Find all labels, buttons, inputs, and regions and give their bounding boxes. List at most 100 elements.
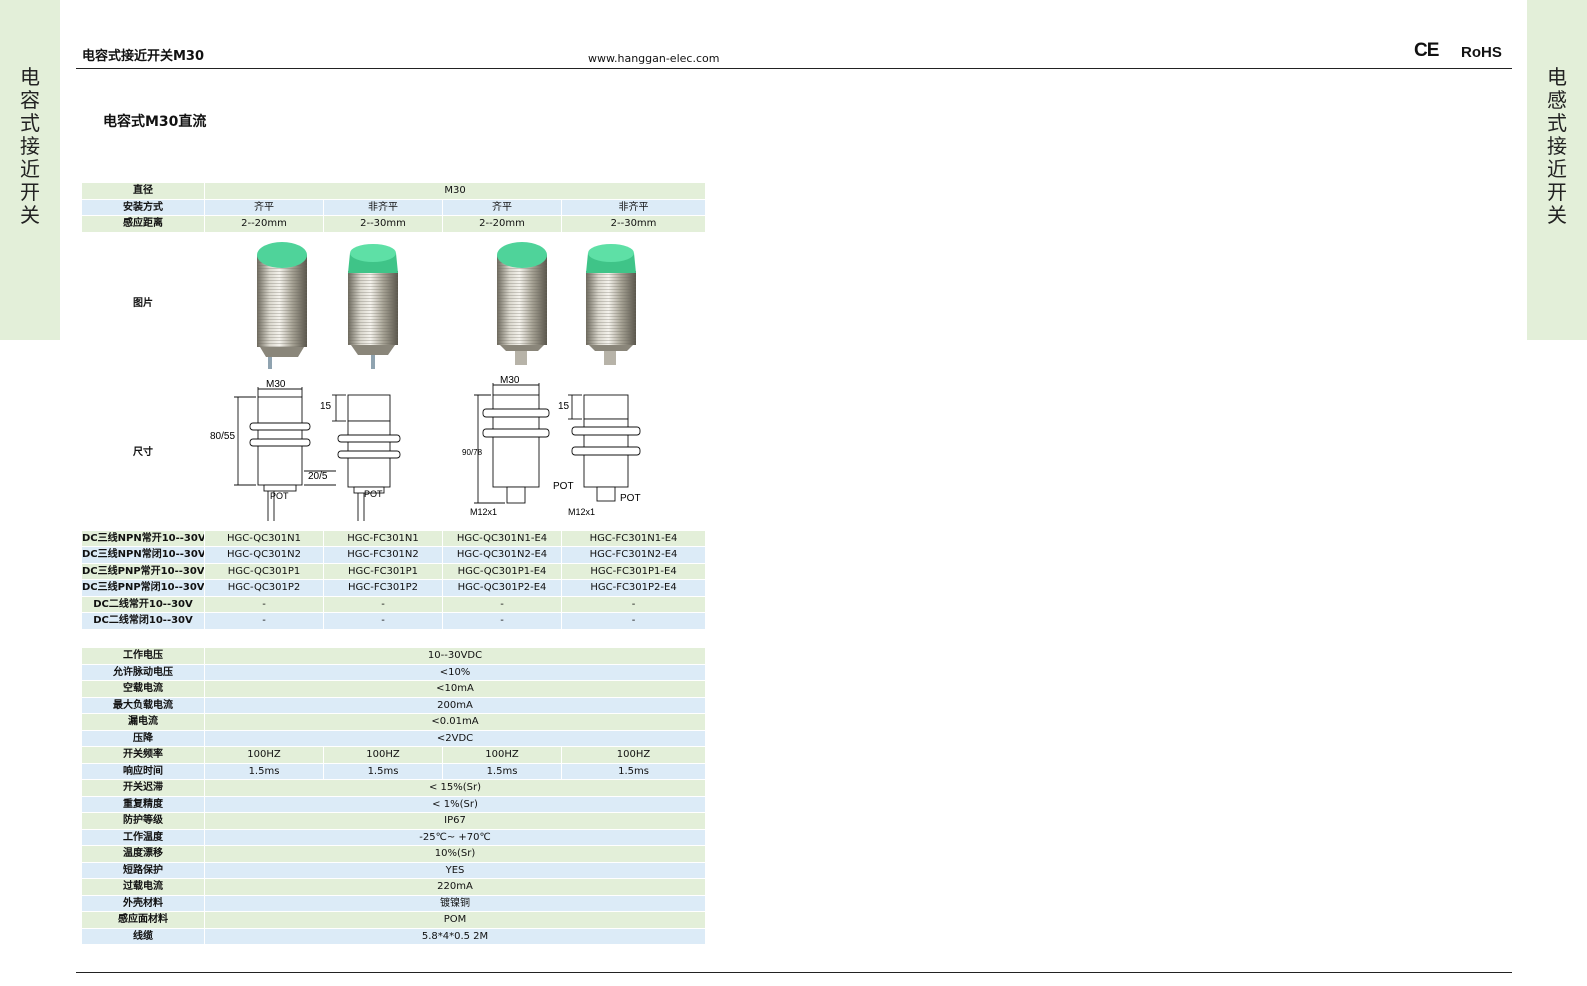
cell: - (204, 595, 324, 613)
picture-row: 图片 (81, 231, 707, 375)
drawing-nonflush-connector (567, 394, 640, 501)
table-row: 过载电流 220mA (81, 878, 707, 896)
table-row: 空载电流 <10mA (81, 680, 707, 698)
section-title: 电容式M30直流 (103, 114, 207, 130)
cell: 100HZ (204, 746, 324, 764)
cell: 非齐平 (560, 198, 707, 216)
cell: - (560, 612, 707, 630)
cell: HGC-FC301N2 (323, 546, 443, 564)
cell: HGC-QC301P2 (204, 579, 324, 597)
cell: 100HZ (442, 746, 562, 764)
row-label: 安装方式 (81, 198, 205, 216)
row-label: DC三线NPN常开10--30V (81, 529, 205, 547)
cell: 非齐平 (323, 198, 443, 216)
cell: 5.8*4*0.5 2M (203, 927, 707, 945)
table-row: 外壳材料 镀镍铜 (81, 894, 707, 912)
row-label: 图片 (81, 231, 205, 375)
table-row: 防护等级 IP67 (81, 812, 707, 830)
table-row: 漏电流 <0.01mA (81, 713, 707, 731)
cell: 1.5ms (442, 762, 562, 780)
table-row: 最大负载电流 200mA (81, 696, 707, 714)
cell: HGC-QC301P1 (204, 562, 324, 580)
table-row: DC三线PNP常开10--30V HGC-QC301P1 HGC-FC301P1… (81, 562, 707, 580)
dimension-drawings: M30 80/55 20/5 POT 15 POT M30 90/78 POT … (203, 373, 707, 531)
cell: 2--30mm (560, 215, 707, 233)
ce-mark-logo: CE (1414, 40, 1439, 61)
cell: HGC-QC301P2-E4 (442, 579, 562, 597)
row-label: 最大负载电流 (81, 696, 205, 714)
cell: M30 (203, 182, 707, 200)
table-row: 工作温度 -25℃~ +70℃ (81, 828, 707, 846)
cell: <10% (203, 663, 707, 681)
cell: < 15%(Sr) (203, 779, 707, 797)
sensor-photo-nonflush-cable (347, 243, 398, 369)
dimension-drawing-group: M30 80/55 20/5 POT 15 POT M30 90/78 POT … (210, 375, 641, 521)
cell: 2--30mm (323, 215, 443, 233)
cell: IP67 (203, 812, 707, 830)
table-row: 允许脉动电压 <10% (81, 663, 707, 681)
row-label: 感应面材料 (81, 911, 205, 929)
row-label: 重复精度 (81, 795, 205, 813)
dim-label-m30: M30 (266, 379, 286, 390)
row-label: DC二线常开10--30V (81, 595, 205, 613)
cell: HGC-FC301N1 (323, 529, 443, 547)
table-row: 感应距离 2--20mm 2--30mm 2--20mm 2--30mm (81, 215, 707, 233)
cell: 1.5ms (560, 762, 707, 780)
cell: 220mA (203, 878, 707, 896)
left-side-char: 接 (20, 134, 40, 158)
drawing-flush-connector (473, 382, 549, 503)
right-side-char: 开 (1547, 180, 1567, 204)
dim-label-pot: POT (620, 493, 641, 504)
cell: 镀镍铜 (203, 894, 707, 912)
row-label: 开关迟滞 (81, 779, 205, 797)
sensor-photo-nonflush-connector (585, 243, 636, 365)
website-link[interactable]: www.hanggan-elec.com (588, 52, 719, 65)
cell: < 1%(Sr) (203, 795, 707, 813)
left-side-char: 电 (20, 65, 40, 89)
cell: YES (203, 861, 707, 879)
cell: 200mA (203, 696, 707, 714)
row-label: 直径 (81, 182, 205, 200)
cell: - (323, 612, 443, 630)
cell: HGC-FC301P1-E4 (560, 562, 707, 580)
cell: <10mA (203, 680, 707, 698)
dim-label-pot: POT (364, 489, 383, 499)
table-row: 重复精度 < 1%(Sr) (81, 795, 707, 813)
cell: 2--20mm (204, 215, 324, 233)
left-side-char: 式 (20, 111, 40, 135)
row-label: 线缆 (81, 927, 205, 945)
row-label: 过载电流 (81, 878, 205, 896)
right-side-char: 感 (1547, 88, 1567, 112)
cell: HGC-QC301N2 (204, 546, 324, 564)
cell: POM (203, 911, 707, 929)
table-row: DC二线常开10--30V - - - - (81, 595, 707, 613)
cell: HGC-QC301N1 (204, 529, 324, 547)
row-label: 防护等级 (81, 812, 205, 830)
cell: HGC-QC301N2-E4 (442, 546, 562, 564)
rohs-logo: RoHS (1461, 44, 1502, 61)
cell: - (323, 595, 443, 613)
product-table: 直径 M30 安装方式 齐平 非齐平 齐平 非齐平 感应距离 2--20mm 2… (81, 182, 707, 630)
cell: HGC-QC301N1-E4 (442, 529, 562, 547)
row-label: 允许脉动电压 (81, 663, 205, 681)
table-row: 工作电压 10--30VDC (81, 647, 707, 665)
page-title: 电容式接近开关M30 (82, 49, 205, 64)
dim-label-offset: 20/5 (308, 471, 328, 482)
dim-label-height: 80/55 (210, 431, 235, 442)
right-side-tab[interactable]: 电感式接近开关 (1527, 0, 1587, 340)
cell: 100HZ (560, 746, 707, 764)
cell: - (204, 612, 324, 630)
dim-label-pot: POT (553, 481, 574, 492)
sensor-photo-flush-cable (256, 241, 307, 369)
table-row: 温度漂移 10%(Sr) (81, 845, 707, 863)
table-row: DC二线常闭10--30V - - - - (81, 612, 707, 630)
row-label: 开关频率 (81, 746, 205, 764)
sensor-photo-flush-connector (496, 241, 547, 365)
cell: 1.5ms (204, 762, 324, 780)
right-side-char: 近 (1547, 157, 1567, 181)
left-side-tab[interactable]: 电容式接近开关 (0, 0, 60, 340)
row-label: DC三线PNP常开10--30V (81, 562, 205, 580)
table-row: 压降 <2VDC (81, 729, 707, 747)
cell: HGC-FC301P1 (323, 562, 443, 580)
row-label: 短路保护 (81, 861, 205, 879)
